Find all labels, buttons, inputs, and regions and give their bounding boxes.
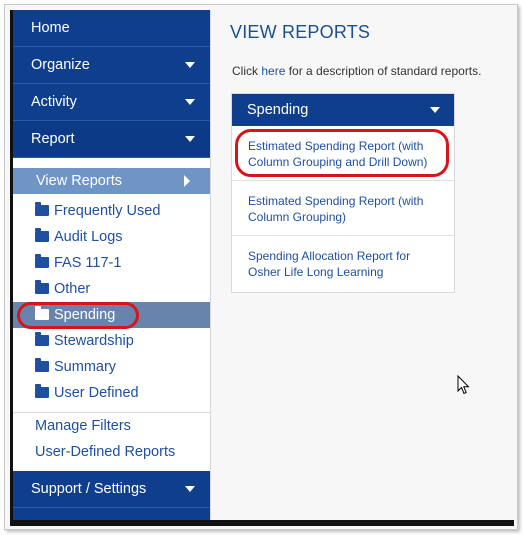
- folder-fas-117-1[interactable]: FAS 117-1: [13, 250, 210, 276]
- intro-text: Click here for a description of standard…: [232, 64, 481, 78]
- folder-stewardship[interactable]: Stewardship: [13, 328, 210, 354]
- nav-support-label: Support / Settings: [31, 481, 147, 497]
- page-title: VIEW REPORTS: [230, 22, 371, 42]
- folder-icon: [35, 228, 49, 242]
- folder-label: Other: [54, 281, 91, 297]
- folder-icon: [35, 280, 49, 294]
- folder-label: FAS 117-1: [54, 255, 122, 271]
- link-user-defined-reports[interactable]: User-Defined Reports: [13, 439, 210, 465]
- nav-item-partial: [13, 508, 210, 520]
- folder-label: Frequently Used: [54, 203, 161, 219]
- intro-before: Click: [232, 64, 262, 78]
- report-line: Column Grouping): [248, 210, 347, 224]
- spending-reports-panel: Spending Estimated Spending Report (with…: [231, 93, 455, 293]
- folder-frequently-used[interactable]: Frequently Used: [13, 198, 210, 224]
- description-link[interactable]: here: [261, 64, 285, 78]
- highlight-annotation: [235, 129, 449, 177]
- folder-icon: [35, 202, 49, 216]
- report-line: Estimated Spending Report (with: [248, 194, 424, 208]
- folder-icon: [35, 306, 49, 320]
- folder-label: User Defined: [54, 385, 139, 401]
- folder-audit-logs[interactable]: Audit Logs: [13, 224, 210, 250]
- report-line: Osher Life Long Learning: [248, 265, 384, 279]
- nav-organize[interactable]: Organize: [13, 47, 210, 84]
- sidebar-item-view-reports[interactable]: View Reports: [13, 168, 210, 194]
- chevron-down-icon: [185, 486, 195, 492]
- panel-header-spending[interactable]: Spending: [232, 94, 454, 126]
- chevron-down-icon: [185, 62, 195, 68]
- nav-activity-label: Activity: [31, 94, 77, 110]
- report-link-allocation-osher[interactable]: Spending Allocation Report for Osher Lif…: [232, 236, 454, 291]
- nav-report-label: Report: [31, 131, 75, 147]
- report-folder-list: Frequently Used Audit Logs FAS 117-1 Oth…: [13, 194, 210, 406]
- chevron-right-icon: [184, 175, 190, 187]
- folder-icon: [35, 254, 49, 268]
- folder-icon: [35, 384, 49, 398]
- view-reports-label: View Reports: [36, 173, 122, 189]
- nav-home[interactable]: Home: [13, 10, 210, 47]
- folder-spending[interactable]: Spending: [13, 302, 210, 329]
- report-link-estimated-grouping[interactable]: Estimated Spending Report (with Column G…: [232, 181, 454, 236]
- folder-other[interactable]: Other: [13, 276, 210, 302]
- chevron-down-icon: [185, 99, 195, 105]
- nav-home-label: Home: [31, 20, 70, 36]
- nav-organize-label: Organize: [31, 57, 90, 73]
- chevron-down-icon: [185, 136, 195, 142]
- sidebar: Home Organize Activity Report View Repor…: [13, 10, 211, 520]
- folder-label: Summary: [54, 359, 117, 375]
- chevron-down-icon: [430, 107, 440, 113]
- panel-header-label: Spending: [247, 102, 309, 118]
- report-line: Spending Allocation Report for: [248, 249, 411, 263]
- folder-icon: [35, 358, 49, 372]
- mouse-cursor-icon: [457, 375, 470, 395]
- folder-label: Audit Logs: [54, 229, 123, 245]
- report-link-estimated-drill-down[interactable]: Estimated Spending Report (with Column G…: [232, 126, 454, 181]
- intro-after: for a description of standard reports.: [285, 64, 482, 78]
- nav-activity[interactable]: Activity: [13, 84, 210, 121]
- main-content: VIEW REPORTS Click here for a descriptio…: [212, 10, 514, 520]
- nav-support-settings[interactable]: Support / Settings: [13, 471, 210, 508]
- folder-user-defined[interactable]: User Defined: [13, 380, 210, 406]
- folder-icon: [35, 332, 49, 346]
- link-manage-filters[interactable]: Manage Filters: [13, 413, 210, 439]
- frame-edge-bottom: [10, 520, 514, 526]
- folder-label: Stewardship: [54, 333, 134, 349]
- folder-summary[interactable]: Summary: [13, 354, 210, 380]
- nav-report[interactable]: Report: [13, 121, 210, 158]
